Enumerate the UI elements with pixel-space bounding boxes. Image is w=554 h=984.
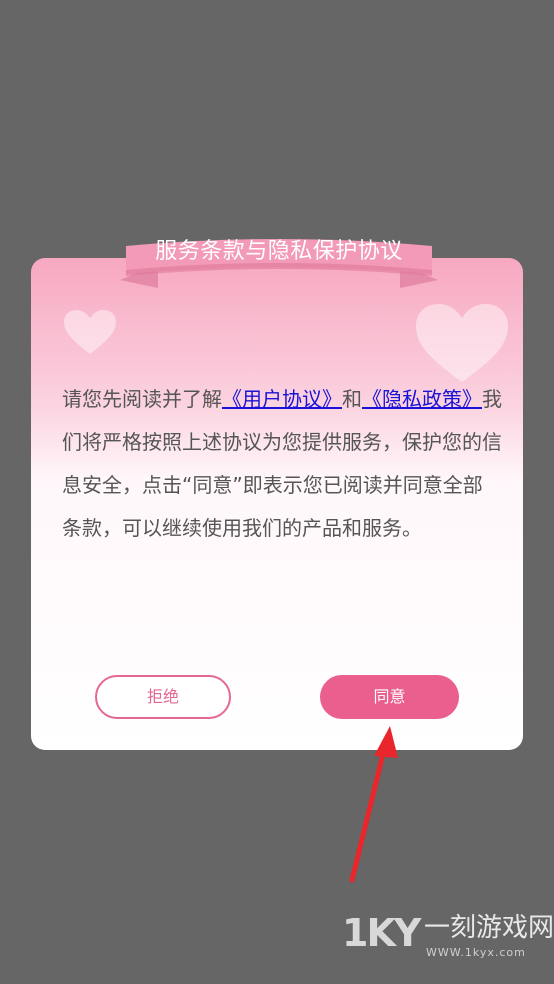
red-arrow-annotation-icon <box>349 726 398 883</box>
heart-decoration-icon <box>64 310 116 354</box>
and-text: 和 <box>342 387 362 411</box>
privacy-policy-link[interactable]: 《隐私政策》 <box>362 387 482 411</box>
intro-text: 请您先阅读并了解 <box>62 387 222 411</box>
user-agreement-link[interactable]: 《用户协议》 <box>222 387 342 411</box>
watermark: 1KY 一刻游戏网 WWW.1kyx.com <box>342 908 554 968</box>
agreement-text: 请您先阅读并了解《用户协议》和《隐私政策》我们将严格按照上述协议为您提供服务，保… <box>62 378 502 550</box>
watermark-name: 一刻游戏网 <box>424 913 554 943</box>
heart-decoration-icon <box>416 304 508 382</box>
agree-button[interactable]: 同意 <box>320 675 459 719</box>
watermark-logo: 1KY <box>342 911 421 955</box>
dialog-title: 服务条款与隐私保护协议 <box>155 239 403 264</box>
watermark-url: WWW.1kyx.com <box>426 946 526 959</box>
dialog-title-ribbon: 服务条款与隐私保护协议 <box>118 230 440 294</box>
reject-button[interactable]: 拒绝 <box>95 675 231 719</box>
